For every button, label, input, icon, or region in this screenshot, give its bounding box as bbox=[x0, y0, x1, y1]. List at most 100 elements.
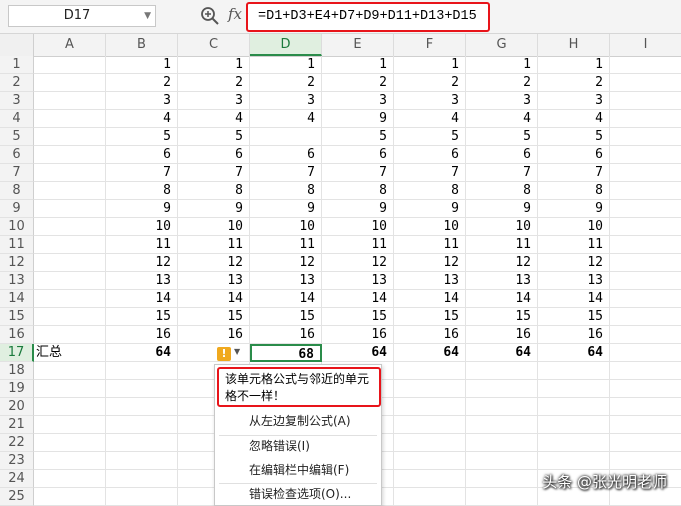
cell-h18[interactable] bbox=[538, 362, 610, 380]
cell-g15[interactable]: 15 bbox=[466, 308, 538, 326]
cell-f12[interactable]: 12 bbox=[394, 254, 466, 272]
cell-b14[interactable]: 14 bbox=[106, 290, 178, 308]
cell-a23[interactable] bbox=[34, 452, 106, 470]
cell-e1[interactable]: 1 bbox=[322, 56, 394, 74]
cell-b3[interactable]: 3 bbox=[106, 92, 178, 110]
cell-f15[interactable]: 15 bbox=[394, 308, 466, 326]
cell-a25[interactable] bbox=[34, 488, 106, 506]
cell-a12[interactable] bbox=[34, 254, 106, 272]
select-all-corner[interactable] bbox=[0, 34, 34, 56]
cell-i13[interactable] bbox=[610, 272, 681, 290]
column-header-i[interactable]: I bbox=[610, 34, 681, 56]
cell-i11[interactable] bbox=[610, 236, 681, 254]
cell-a2[interactable] bbox=[34, 74, 106, 92]
cell-e10[interactable]: 10 bbox=[322, 218, 394, 236]
column-header-c[interactable]: C bbox=[178, 34, 250, 56]
cell-f2[interactable]: 2 bbox=[394, 74, 466, 92]
row-header-12[interactable]: 12 bbox=[0, 254, 34, 272]
cell-g24[interactable] bbox=[466, 470, 538, 488]
cell-a20[interactable] bbox=[34, 398, 106, 416]
cell-f10[interactable]: 10 bbox=[394, 218, 466, 236]
cell-c1[interactable]: 1 bbox=[178, 56, 250, 74]
cell-g25[interactable] bbox=[466, 488, 538, 506]
column-header-h[interactable]: H bbox=[538, 34, 610, 56]
row-header-10[interactable]: 10 bbox=[0, 218, 34, 236]
cell-f25[interactable] bbox=[394, 488, 466, 506]
cell-d5[interactable] bbox=[250, 128, 322, 146]
cell-a17[interactable]: 汇总 bbox=[34, 344, 106, 362]
cell-a1[interactable] bbox=[34, 56, 106, 74]
cell-c3[interactable]: 3 bbox=[178, 92, 250, 110]
menu-item-copy-formula-from-left[interactable]: 从左边复制公式(A) bbox=[216, 409, 380, 433]
cell-d14[interactable]: 14 bbox=[250, 290, 322, 308]
cell-a18[interactable] bbox=[34, 362, 106, 380]
cell-h19[interactable] bbox=[538, 380, 610, 398]
cell-h11[interactable]: 11 bbox=[538, 236, 610, 254]
cell-d4[interactable]: 4 bbox=[250, 110, 322, 128]
cell-f13[interactable]: 13 bbox=[394, 272, 466, 290]
cell-h2[interactable]: 2 bbox=[538, 74, 610, 92]
cell-f5[interactable]: 5 bbox=[394, 128, 466, 146]
row-header-18[interactable]: 18 bbox=[0, 362, 34, 380]
cell-f8[interactable]: 8 bbox=[394, 182, 466, 200]
cell-c7[interactable]: 7 bbox=[178, 164, 250, 182]
cell-h17[interactable]: 64 bbox=[538, 344, 610, 362]
cell-c14[interactable]: 14 bbox=[178, 290, 250, 308]
cell-e14[interactable]: 14 bbox=[322, 290, 394, 308]
cell-e4[interactable]: 9 bbox=[322, 110, 394, 128]
cell-i18[interactable] bbox=[610, 362, 681, 380]
cell-e5[interactable]: 5 bbox=[322, 128, 394, 146]
cell-f19[interactable] bbox=[394, 380, 466, 398]
cell-b21[interactable] bbox=[106, 416, 178, 434]
cell-c11[interactable]: 11 bbox=[178, 236, 250, 254]
cell-d1[interactable]: 1 bbox=[250, 56, 322, 74]
cell-b22[interactable] bbox=[106, 434, 178, 452]
row-header-4[interactable]: 4 bbox=[0, 110, 34, 128]
column-header-d[interactable]: D bbox=[250, 34, 322, 56]
cell-i2[interactable] bbox=[610, 74, 681, 92]
cell-i5[interactable] bbox=[610, 128, 681, 146]
cell-i7[interactable] bbox=[610, 164, 681, 182]
cell-g10[interactable]: 10 bbox=[466, 218, 538, 236]
cell-g22[interactable] bbox=[466, 434, 538, 452]
cell-a13[interactable] bbox=[34, 272, 106, 290]
cell-f6[interactable]: 6 bbox=[394, 146, 466, 164]
cell-b17[interactable]: 64 bbox=[106, 344, 178, 362]
cell-d2[interactable]: 2 bbox=[250, 74, 322, 92]
cell-b10[interactable]: 10 bbox=[106, 218, 178, 236]
cell-b6[interactable]: 6 bbox=[106, 146, 178, 164]
cell-g4[interactable]: 4 bbox=[466, 110, 538, 128]
cell-b23[interactable] bbox=[106, 452, 178, 470]
menu-item-edit-in-formula-bar[interactable]: 在编辑栏中编辑(F) bbox=[216, 458, 380, 482]
cell-i12[interactable] bbox=[610, 254, 681, 272]
cell-e16[interactable]: 16 bbox=[322, 326, 394, 344]
cell-g7[interactable]: 7 bbox=[466, 164, 538, 182]
cell-b9[interactable]: 9 bbox=[106, 200, 178, 218]
cell-d3[interactable]: 3 bbox=[250, 92, 322, 110]
name-box[interactable]: D17 ▼ bbox=[8, 5, 156, 27]
cell-i15[interactable] bbox=[610, 308, 681, 326]
zoom-icon[interactable] bbox=[200, 6, 220, 26]
cell-a22[interactable] bbox=[34, 434, 106, 452]
cell-h12[interactable]: 12 bbox=[538, 254, 610, 272]
cell-h6[interactable]: 6 bbox=[538, 146, 610, 164]
cell-g19[interactable] bbox=[466, 380, 538, 398]
cell-f11[interactable]: 11 bbox=[394, 236, 466, 254]
cell-h1[interactable]: 1 bbox=[538, 56, 610, 74]
cell-i19[interactable] bbox=[610, 380, 681, 398]
cell-a8[interactable] bbox=[34, 182, 106, 200]
cell-f3[interactable]: 3 bbox=[394, 92, 466, 110]
cell-a9[interactable] bbox=[34, 200, 106, 218]
cell-g3[interactable]: 3 bbox=[466, 92, 538, 110]
row-header-19[interactable]: 19 bbox=[0, 380, 34, 398]
cell-c15[interactable]: 15 bbox=[178, 308, 250, 326]
cell-f17[interactable]: 64 bbox=[394, 344, 466, 362]
cell-g17[interactable]: 64 bbox=[466, 344, 538, 362]
cell-a14[interactable] bbox=[34, 290, 106, 308]
cell-b5[interactable]: 5 bbox=[106, 128, 178, 146]
cell-f23[interactable] bbox=[394, 452, 466, 470]
cell-e8[interactable]: 8 bbox=[322, 182, 394, 200]
cell-f14[interactable]: 14 bbox=[394, 290, 466, 308]
cell-f16[interactable]: 16 bbox=[394, 326, 466, 344]
menu-item-error-check-options[interactable]: 错误检查选项(O)... bbox=[216, 482, 380, 506]
